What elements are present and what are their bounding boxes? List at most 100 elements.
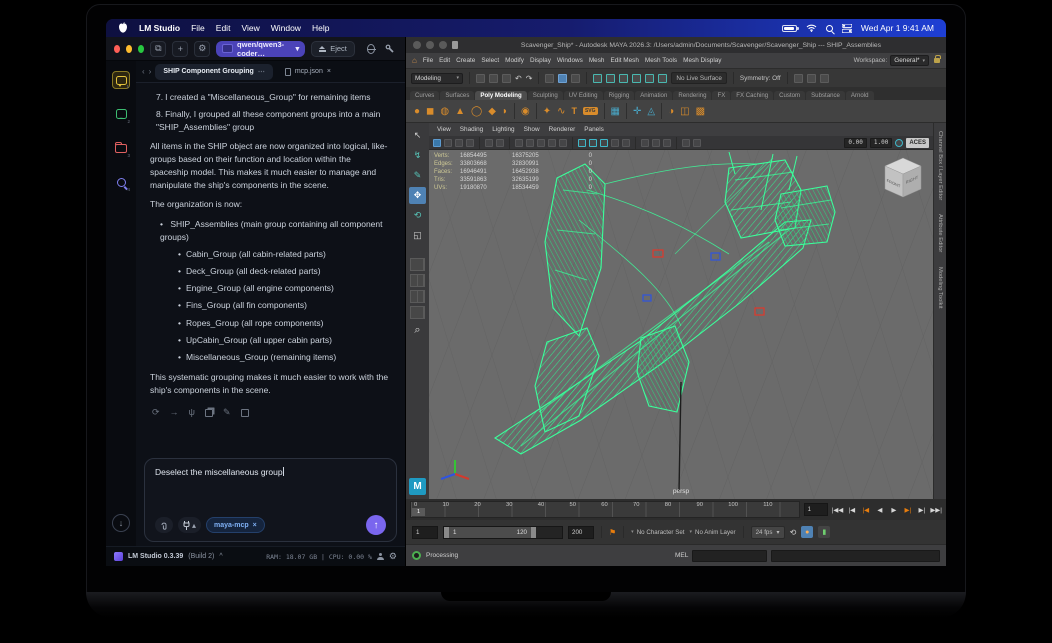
control-center-icon[interactable] [841,23,852,33]
menu-modify[interactable]: Modify [505,57,524,64]
menubar-item-window[interactable]: Window [271,23,301,33]
tab-modeling-toolkit[interactable]: Modeling Toolkit [937,267,943,308]
fps-selector[interactable]: 24 fps ▾ [750,525,785,539]
mirror-tool-icon[interactable]: ◫ [680,106,689,117]
redo-icon[interactable]: ↷ [526,74,533,83]
shaded-mode-icon[interactable] [589,138,597,147]
layout-two-pane-button[interactable] [410,290,425,303]
sidebar-toggle-icon[interactable]: ⧉ [150,40,167,57]
scale-tool[interactable]: ◱ [409,227,426,244]
regenerate-icon[interactable]: ⟳ [152,406,160,420]
tab-ship-component-grouping[interactable]: SHIP Component Grouping ⋯ [155,63,273,80]
panel-menu-lighting[interactable]: Lighting [492,126,514,133]
delete-icon[interactable] [240,409,249,417]
chat-transcript[interactable]: 7. I created a "Miscellaneous_Group" for … [136,83,405,452]
svg-tool-icon[interactable]: SVG [582,107,598,115]
menu-windows[interactable]: Windows [557,57,583,64]
playback-range-track[interactable]: 1 120 [443,525,563,539]
layout-four-pane-button[interactable] [410,274,425,287]
eject-model-button[interactable]: Eject [311,40,355,57]
current-frame-marker[interactable]: 1 [412,508,425,516]
go-to-start-button[interactable]: |◀◀ [832,506,844,514]
auto-keyframe-toggle[interactable]: ● [801,526,814,538]
panel-menu-panels[interactable]: Panels [584,126,604,133]
layout-single-pane-button[interactable] [410,258,425,271]
zoom-tool[interactable]: ⌕ [409,322,426,339]
color-management-icon[interactable] [895,138,904,147]
home-icon[interactable]: ⌂ [412,56,417,65]
shelf-tab-rigging[interactable]: Rigging [603,91,635,100]
menu-mesh[interactable]: Mesh [589,57,605,64]
undo-icon[interactable]: ↶ [515,74,522,83]
zoom-window-button[interactable] [439,41,447,49]
paint-select-tool[interactable]: ✎ [409,167,426,184]
globe-icon[interactable] [366,43,377,54]
snap-grid-icon[interactable] [593,73,603,83]
shadows-icon[interactable] [622,138,630,147]
poly-count-icon[interactable]: ▦ [611,106,620,117]
sidebar-item-chat[interactable]: 1 [112,71,130,89]
battery-icon[interactable] [781,24,799,32]
save-scene-icon[interactable] [502,73,511,83]
select-hierarchy-icon[interactable] [545,73,555,83]
menu-select[interactable]: Select [481,57,499,64]
shelf-tab-rendering[interactable]: Rendering [673,91,712,100]
step-forward-key-button[interactable]: ▶| [902,506,913,514]
select-camera-icon[interactable] [433,138,441,147]
select-tool[interactable]: ↖ [409,127,426,144]
script-output-field[interactable] [771,549,940,562]
branch-icon[interactable]: ψ [189,406,195,420]
2d-pan-zoom-icon[interactable] [496,138,504,147]
layout-outliner-button[interactable] [410,306,425,319]
sidebar-item-my-models[interactable]: 3 [112,139,130,158]
snap-curve-icon[interactable] [606,73,616,83]
move-tool[interactable]: ✥ [409,187,426,204]
wrench-icon[interactable] [381,41,397,57]
step-forward-frame-button[interactable]: ▶| [916,506,927,514]
menu-edit[interactable]: Edit [439,57,450,64]
step-back-frame-button[interactable]: |◀ [846,506,857,514]
anti-alias-icon[interactable] [663,138,671,147]
play-forwards-button[interactable]: ▶ [888,506,899,514]
tab-mcp-json[interactable]: mcp.json × [277,64,339,80]
camera-attributes-icon[interactable] [455,138,463,147]
panel-menu-renderer[interactable]: Renderer [549,126,576,133]
menubar-app-name[interactable]: LM Studio [139,23,180,33]
panel-menu-view[interactable]: View [437,126,451,133]
poly-cone-icon[interactable]: ▲ [455,106,465,117]
sidebar-item-discover[interactable]: 4 [112,173,130,192]
mel-command-field[interactable] [692,549,768,562]
close-icon[interactable]: × [327,68,331,75]
close-icon[interactable]: × [253,522,257,529]
field-chart-icon[interactable] [559,138,567,147]
poly-disc-icon[interactable]: ◗ [502,106,508,117]
nav-back-icon[interactable]: ‹ [142,67,145,76]
symmetry-field[interactable]: Symmetry: Off [740,75,781,82]
tab-attribute-editor[interactable]: Attribute Editor [937,214,943,252]
chevron-up-icon[interactable]: ^ [219,553,222,560]
menubar-item-file[interactable]: File [191,23,205,33]
current-time-field[interactable]: 1 [803,503,828,516]
go-to-end-button[interactable]: ▶▶| [930,506,942,514]
resolution-gate-icon[interactable] [537,138,545,147]
tab-menu-icon[interactable]: ⋯ [258,68,265,76]
mcp-plug-button[interactable]: ▴ [178,517,202,533]
use-all-lights-icon[interactable] [611,138,619,147]
settings-gear-icon[interactable]: ⚙ [389,551,397,562]
gate-mask-icon[interactable] [548,138,556,147]
measure-tool-icon[interactable]: ◬ [647,106,655,117]
poly-sphere-icon[interactable]: ● [414,106,420,117]
hypershade-icon[interactable] [806,73,816,83]
shelf-tab-fx-caching[interactable]: FX Caching [731,91,774,100]
menubar-item-edit[interactable]: Edit [216,23,231,33]
menu-mesh-display[interactable]: Mesh Display [683,57,721,64]
mcp-server-badge[interactable]: maya-mcp × [206,517,265,533]
view-cube[interactable]: FRONT RIGHT [883,156,923,205]
lock-camera-icon[interactable] [444,138,452,147]
poly-plane-icon[interactable]: ◆ [488,106,496,117]
time-slider[interactable]: 0 10 20 30 40 50 60 70 80 90 100 110 1 1 |◀◀ [406,499,946,520]
panel-menu-shading[interactable]: Shading [460,126,483,133]
sweep-mesh-icon[interactable]: ✦ [543,106,551,117]
character-set-selector[interactable]: ▾ No Character Set [631,529,684,536]
rotate-tool[interactable]: ⟲ [409,207,426,224]
